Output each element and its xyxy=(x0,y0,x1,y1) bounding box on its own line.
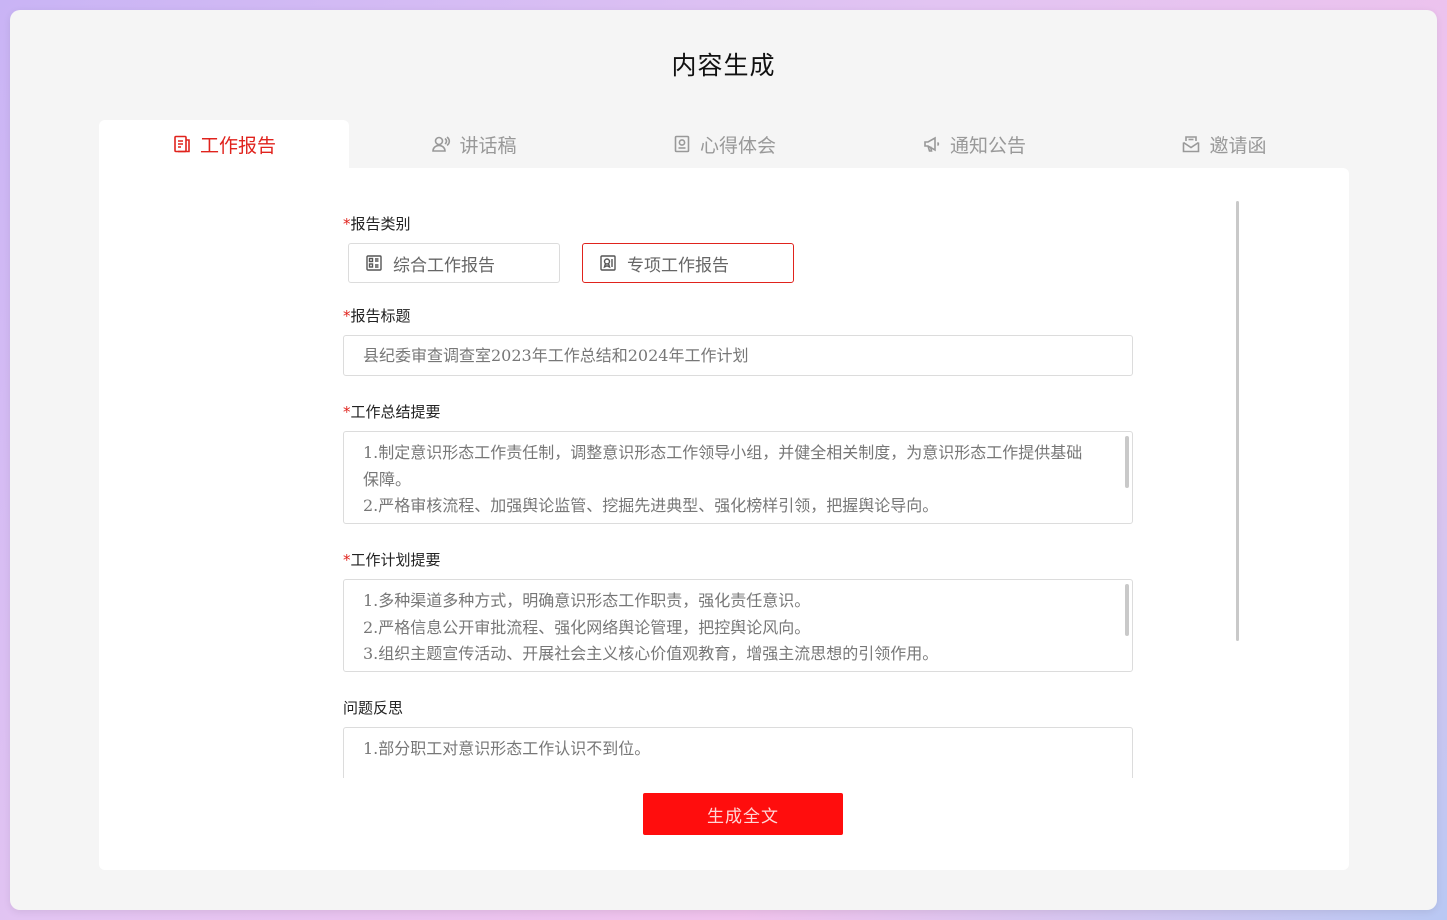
option-label: 专项工作报告 xyxy=(627,255,729,276)
report-title-input[interactable]: 县纪委审查调查室2023年工作总结和2024年工作计划 xyxy=(343,335,1133,376)
work-plan-label: *工作计划提要 xyxy=(343,551,441,569)
report-form: *报告类别 综合工作报告 专项工作报告 *报告标题 县纪委审查调查室2023年工… xyxy=(343,168,1133,778)
megaphone-icon xyxy=(922,134,942,154)
required-mark: * xyxy=(343,403,351,421)
panel-scrollbar[interactable] xyxy=(1236,201,1239,641)
tab-label: 邀请函 xyxy=(1209,134,1267,157)
tab-work-report[interactable]: 工作报告 xyxy=(99,120,349,168)
work-summary-label: *工作总结提要 xyxy=(343,403,441,421)
speaker-icon xyxy=(431,134,451,154)
textarea-line: 3.组织主题宣传活动、开展社会主义核心价值观教育，增强主流思想的引领作用。 xyxy=(363,644,939,663)
report-type-label: *报告类别 xyxy=(343,215,411,233)
tab-notice[interactable]: 通知公告 xyxy=(849,120,1099,168)
report-title-label: *报告标题 xyxy=(343,307,411,325)
envelope-icon xyxy=(1181,134,1201,154)
content-panel: *报告类别 综合工作报告 专项工作报告 *报告标题 县纪委审查调查室2023年工… xyxy=(99,168,1349,870)
textarea-line: 1.部分职工对意识形态工作认识不到位。 xyxy=(363,739,651,758)
textarea-line: 1.多种渠道多种方式，明确意识形态工作职责，强化责任意识。 xyxy=(363,591,811,610)
textarea-scrollbar[interactable] xyxy=(1125,584,1129,636)
page-title: 内容生成 xyxy=(671,51,776,80)
tab-bar: 工作报告 讲话稿 心得体会 通知公告 邀请函 xyxy=(99,120,1349,168)
textarea-line: 2.严格审核流程、加强舆论监管、挖掘先进典型、强化榜样引领，把握舆论导向。 xyxy=(363,496,939,515)
report-icon xyxy=(172,134,192,154)
textarea-line: 1.制定意识形态工作责任制，调整意识形态工作领导小组，并健全相关制度，为意识形态… xyxy=(363,443,1083,489)
required-mark: * xyxy=(343,215,351,233)
option-label: 综合工作报告 xyxy=(393,255,495,276)
option-comprehensive-report[interactable]: 综合工作报告 xyxy=(348,243,560,283)
grid-document-icon xyxy=(365,254,383,272)
generate-full-text-button[interactable]: 生成全文 xyxy=(643,793,843,835)
tab-label: 讲话稿 xyxy=(459,134,517,157)
app-window: 内容生成 工作报告 讲话稿 心得体会 通知公告 邀请函 *报告类别 综合工作报告… xyxy=(10,10,1437,910)
required-mark: * xyxy=(343,307,351,325)
notebook-icon xyxy=(672,134,692,154)
tab-label: 工作报告 xyxy=(199,134,276,157)
tab-invitation[interactable]: 邀请函 xyxy=(1099,120,1349,168)
tab-reflections[interactable]: 心得体会 xyxy=(599,120,849,168)
work-summary-textarea[interactable]: 1.制定意识形态工作责任制，调整意识形态工作领导小组，并健全相关制度，为意识形态… xyxy=(343,431,1133,524)
work-plan-textarea[interactable]: 1.多种渠道多种方式，明确意识形态工作职责，强化责任意识。 2.严格信息公开审批… xyxy=(343,579,1133,672)
textarea-line: 2.严格信息公开审批流程、强化网络舆论管理，把控舆论风向。 xyxy=(363,617,811,637)
problem-reflection-label: 问题反思 xyxy=(343,699,404,717)
problem-reflection-textarea[interactable]: 1.部分职工对意识形态工作认识不到位。 xyxy=(343,727,1133,778)
option-special-report[interactable]: 专项工作报告 xyxy=(582,243,794,283)
tab-label: 心得体会 xyxy=(699,134,776,157)
tab-label: 通知公告 xyxy=(949,134,1026,157)
textarea-scrollbar[interactable] xyxy=(1125,436,1129,488)
required-mark: * xyxy=(343,551,351,569)
tab-speech[interactable]: 讲话稿 xyxy=(349,120,599,168)
badge-document-icon xyxy=(599,254,617,272)
